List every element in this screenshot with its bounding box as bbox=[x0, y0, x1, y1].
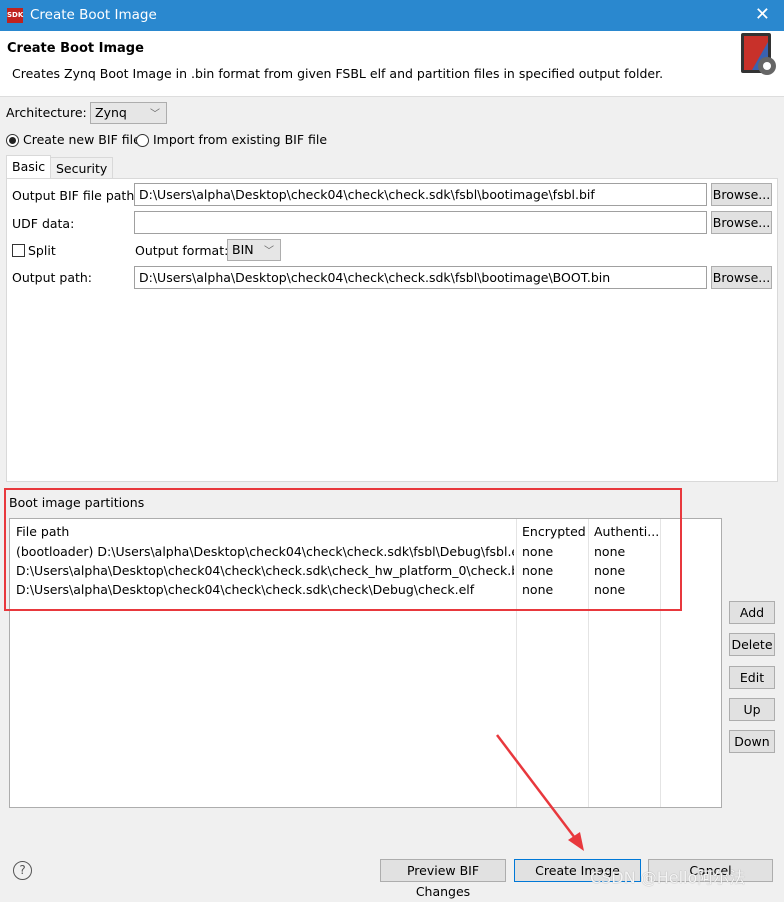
watermark: CSDN @Hello阿尔法 bbox=[590, 868, 746, 887]
annotation-arrow bbox=[496, 734, 584, 851]
